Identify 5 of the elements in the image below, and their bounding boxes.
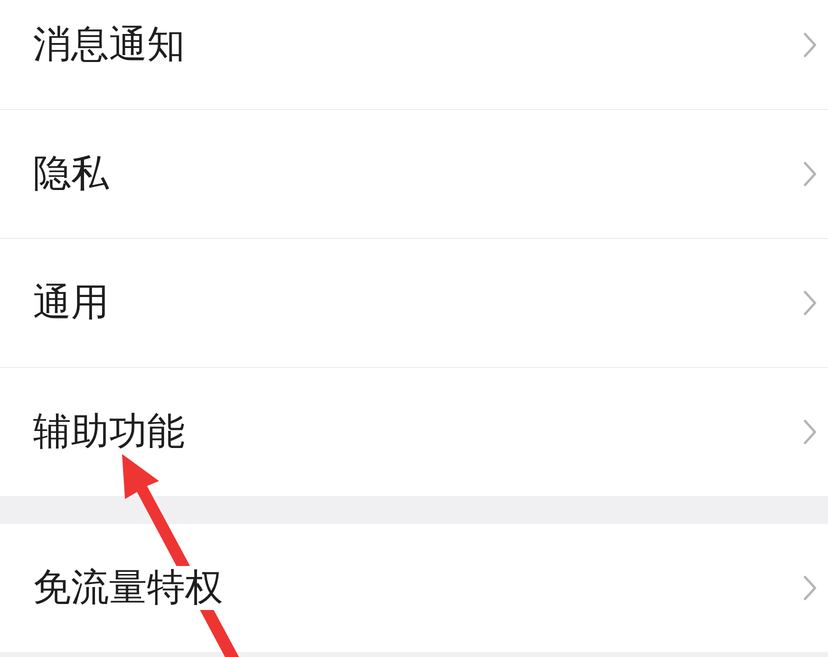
chevron-right-icon <box>803 419 817 445</box>
chevron-right-icon <box>803 32 817 58</box>
chevron-right-icon <box>803 575 817 601</box>
chevron-right-icon <box>803 161 817 187</box>
chevron-right-icon <box>803 290 817 316</box>
